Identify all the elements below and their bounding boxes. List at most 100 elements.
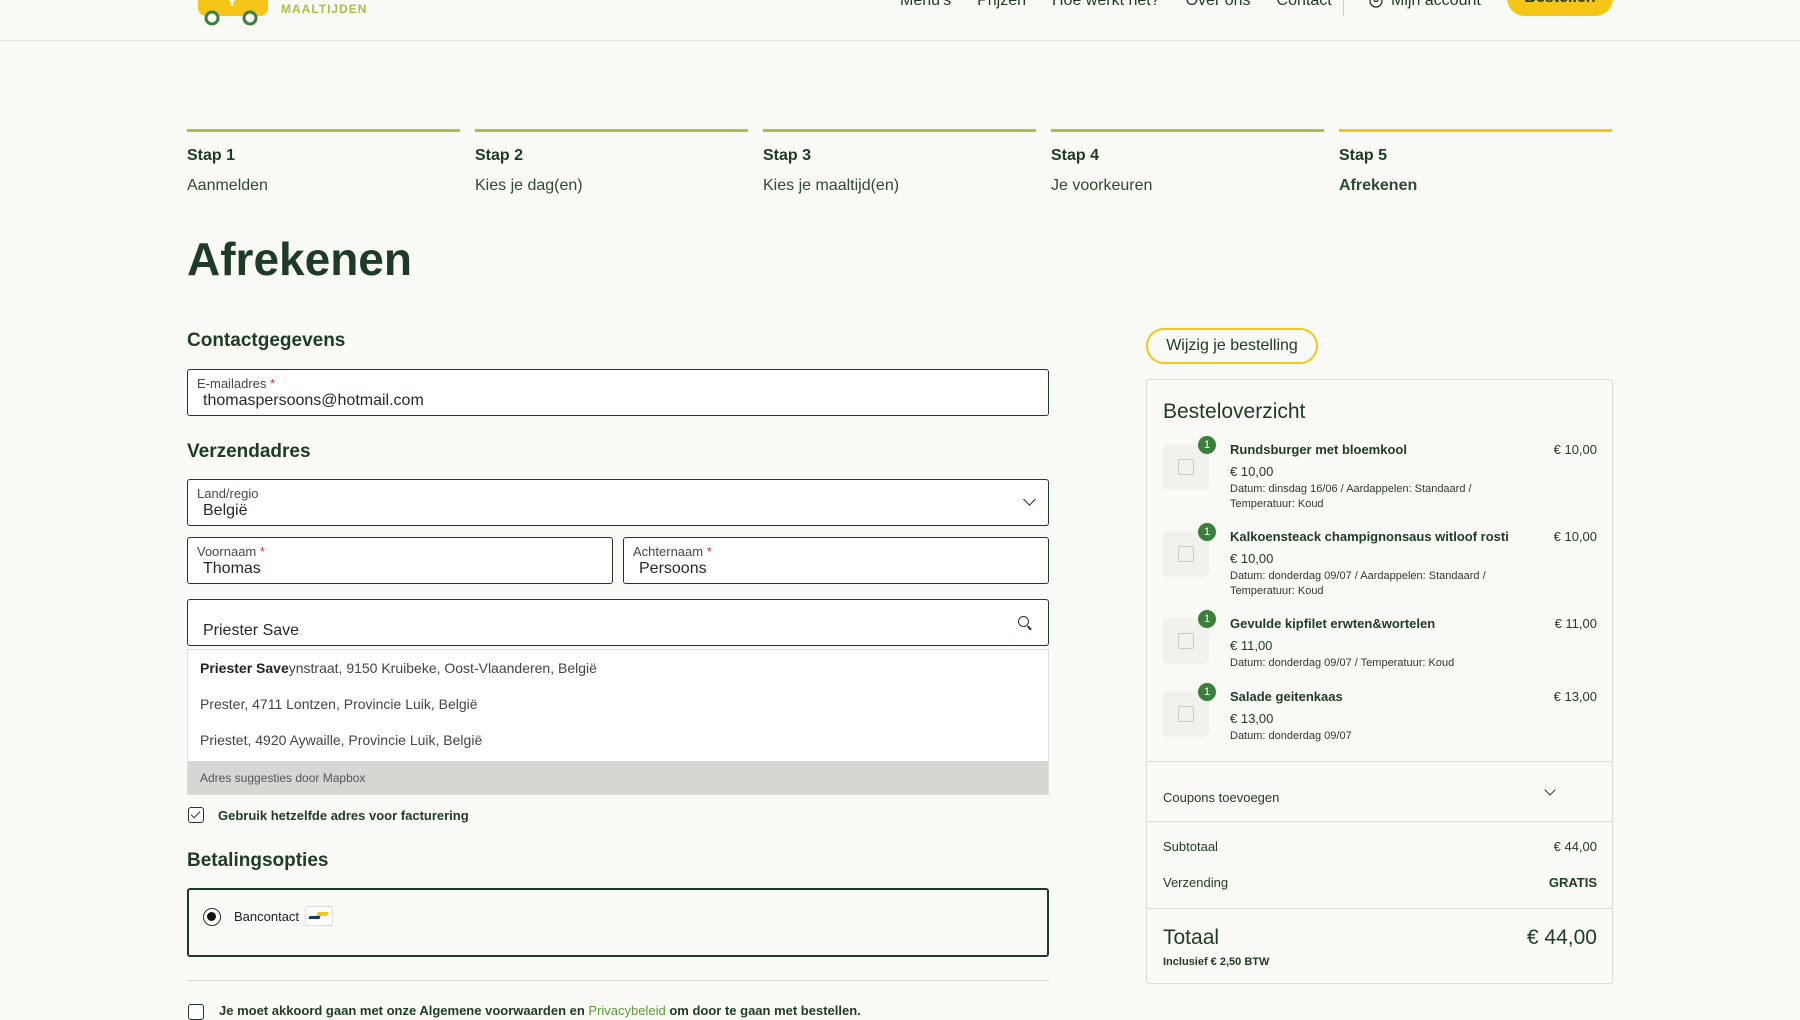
page-title: Afrekenen	[187, 233, 412, 285]
suggestion-item[interactable]: Prester, 4711 Lontzen, Provincie Luik, B…	[188, 686, 1048, 722]
step-1[interactable]: Stap 1 Aanmelden	[187, 129, 460, 195]
shipping-value: GRATIS	[1548, 875, 1597, 890]
step-4[interactable]: Stap 4 Je voorkeuren	[1051, 129, 1324, 195]
address-value: Priester Save	[203, 622, 300, 639]
logo-text: MAALTIJDEN	[281, 2, 368, 16]
account-link[interactable]: Mijn account	[1369, 0, 1481, 10]
terms-label: Je moet akkoord gaan met onze Algemene v…	[219, 1003, 861, 1018]
item-meta: Datum: dinsdag 16/06 / Aardappelen: Stan…	[1230, 483, 1472, 510]
same-billing-label: Gebruik hetzelfde adres voor facturering	[218, 808, 469, 823]
image-placeholder-icon	[1178, 459, 1194, 475]
subtotal-value: € 44,00	[1553, 839, 1597, 854]
account-label: Mijn account	[1391, 0, 1481, 9]
search-icon[interactable]	[1018, 616, 1029, 627]
order-summary: Besteloverzicht 1 Rundsburger met bloemk…	[1146, 379, 1613, 984]
address-suggestions: Priester Save ynstraat, 9150 Kruibeke, Oo…	[187, 649, 1049, 795]
suggestion-item[interactable]: Priestet, 4920 Aywaille, Provincie Luik,…	[188, 722, 1048, 758]
firstname-label: Voornaam *	[197, 544, 265, 559]
step-label: Je voorkeuren	[1051, 177, 1153, 194]
step-label: Afrekenen	[1339, 177, 1418, 194]
payment-radio[interactable]	[203, 908, 221, 926]
email-value: thomaspersoons@hotmail.com	[203, 392, 424, 409]
nav-item-contact[interactable]: Contact	[1277, 0, 1332, 10]
step-number: Stap 4	[1051, 147, 1100, 164]
step-number: Stap 5	[1339, 147, 1388, 164]
item-name: Rundsburger met bloemkool	[1230, 442, 1407, 457]
nav-item-prijzen[interactable]: Prijzen	[977, 0, 1026, 10]
summary-divider	[1147, 761, 1612, 762]
lastname-value: Persoons	[639, 560, 707, 577]
chevron-down-icon[interactable]	[1544, 784, 1556, 796]
item-name: Gevulde kipfilet erwten&wortelen	[1230, 616, 1436, 631]
summary-divider	[1147, 908, 1612, 909]
user-icon	[1369, 0, 1383, 8]
email-field[interactable]: E-mailadres * thomaspersoons@hotmail.com	[187, 369, 1049, 416]
step-2[interactable]: Stap 2 Kies je dag(en)	[475, 129, 748, 195]
payment-option-bancontact[interactable]: Bancontact	[187, 888, 1049, 957]
summary-divider	[1147, 821, 1612, 822]
main-nav: Menu's Prijzen Hoe werkt het? Over ons C…	[900, 0, 1332, 10]
step-label: Kies je maaltijd(en)	[763, 177, 900, 194]
step-progress-bar	[1051, 129, 1324, 132]
step-number: Stap 2	[475, 147, 524, 164]
quantity-badge: 1	[1198, 436, 1216, 454]
firstname-field[interactable]: Voornaam * Thomas	[187, 537, 613, 584]
privacy-link[interactable]: Privacybeleid	[588, 1003, 665, 1018]
terms-checkbox[interactable]	[188, 1004, 204, 1020]
step-number: Stap 3	[763, 147, 812, 164]
nav-item-hoe-werkt-het[interactable]: Hoe werkt het?	[1052, 0, 1160, 10]
item-name: Salade geitenkaas	[1230, 689, 1343, 704]
nav-divider	[1343, 0, 1344, 16]
step-5: Stap 5 Afrekenen	[1339, 129, 1612, 195]
quantity-badge: 1	[1198, 523, 1216, 541]
payment-method-label: Bancontact	[234, 909, 300, 924]
item-line-price: € 13,00	[1553, 689, 1597, 704]
item-price: € 10,00	[1230, 551, 1274, 566]
quantity-badge: 1	[1198, 683, 1216, 701]
item-line-price: € 10,00	[1553, 442, 1597, 457]
lastname-field[interactable]: Achternaam * Persoons	[623, 537, 1049, 584]
item-price: € 10,00	[1230, 464, 1274, 479]
suggestion-item[interactable]: Priester Save ynstraat, 9150 Kruibeke, Oo…	[188, 650, 1048, 686]
site-header: MAALTIJDEN Menu's Prijzen Hoe werkt het?…	[0, 0, 1800, 41]
step-progress-bar	[1339, 129, 1612, 132]
edit-order-button[interactable]: Wijzig je bestelling	[1146, 328, 1318, 364]
step-3[interactable]: Stap 3 Kies je maaltijd(en)	[763, 129, 1036, 195]
total-value: € 44,00	[1526, 926, 1597, 949]
order-button[interactable]: Bestellen	[1507, 0, 1613, 16]
item-name: Kalkoensteack champignonsaus witloof ros…	[1230, 529, 1509, 544]
chevron-down-icon	[1023, 493, 1036, 506]
step-progress-bar	[475, 129, 748, 132]
logo-icon[interactable]	[196, 0, 272, 26]
image-placeholder-icon	[1178, 546, 1194, 562]
item-meta: Datum: donderdag 09/07	[1230, 730, 1352, 742]
same-billing-checkbox[interactable]	[188, 807, 204, 823]
country-select[interactable]: Land/regio België	[187, 479, 1049, 526]
item-meta: Datum: donderdag 09/07 / Temperatuur: Ko…	[1230, 657, 1455, 669]
tax-note: Inclusief € 2,50 BTW	[1163, 956, 1270, 968]
suggestions-attribution: Adres suggesties door Mapbox	[188, 761, 1048, 794]
item-price: € 13,00	[1230, 711, 1274, 726]
nav-item-over-ons[interactable]: Over ons	[1186, 0, 1251, 10]
nav-item-menus[interactable]: Menu's	[900, 0, 951, 10]
subtotal-label: Subtotaal	[1163, 839, 1218, 854]
lastname-label: Achternaam *	[633, 544, 712, 559]
item-price: € 11,00	[1230, 638, 1273, 653]
quantity-badge: 1	[1198, 610, 1216, 628]
item-line-price: € 11,00	[1554, 616, 1597, 631]
bancontact-icon	[305, 906, 333, 926]
coupons-toggle[interactable]: Coupons toevoegen	[1163, 790, 1279, 805]
shipping-section-title: Verzendadres	[187, 441, 311, 462]
item-meta: Datum: donderdag 09/07 / Aardappelen: St…	[1230, 570, 1486, 597]
total-label: Totaal	[1163, 926, 1220, 949]
payment-section-title: Betalingsopties	[187, 850, 329, 871]
country-label: Land/regio	[197, 486, 259, 501]
step-number: Stap 1	[187, 147, 236, 164]
address-search-input[interactable]: Priester Save	[187, 599, 1049, 646]
country-value: België	[203, 502, 248, 519]
contact-section-title: Contactgegevens	[187, 330, 346, 351]
item-line-price: € 10,00	[1553, 529, 1597, 544]
shipping-label: Verzending	[1163, 875, 1229, 890]
section-divider	[187, 980, 1049, 981]
image-placeholder-icon	[1178, 706, 1194, 722]
